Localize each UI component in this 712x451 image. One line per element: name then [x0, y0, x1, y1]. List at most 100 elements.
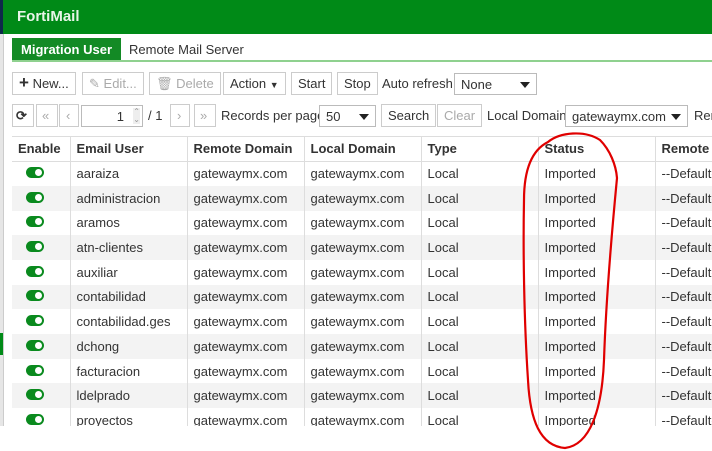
local-domain-cell: gatewaymx.com: [304, 309, 422, 334]
caret-down-icon: [671, 114, 681, 120]
status-cell: Imported: [538, 358, 656, 384]
auto-refresh-select[interactable]: None: [454, 73, 537, 95]
side-active-marker: [0, 333, 3, 355]
clear-button[interactable]: Clear: [437, 104, 483, 127]
enable-cell: [12, 259, 71, 285]
tab-migration-user[interactable]: Migration User: [12, 38, 122, 60]
enable-cell: [12, 383, 71, 409]
column-header-status[interactable]: Status: [538, 136, 656, 162]
remote-server-cell: --Default-: [655, 284, 712, 310]
search-button[interactable]: Search: [381, 104, 437, 127]
remote-domain-cell: gatewaymx.com: [187, 235, 305, 260]
email-user-cell: dchong: [70, 334, 188, 359]
remote-domain-cell: gatewaymx.com: [187, 334, 305, 359]
enable-toggle-icon[interactable]: [26, 413, 44, 425]
remote-domain-cell: gatewaymx.com: [187, 284, 305, 310]
next-page-button[interactable]: ›: [170, 104, 190, 127]
trash-icon: 🗑: [156, 76, 173, 91]
remote-label-truncated: Rem: [694, 108, 712, 123]
migration-user-table: Enable Email User Remote Domain Local Domai…: [12, 136, 712, 433]
table-row[interactable]: ldelprado gatewaymx.com gatewaymx.com Local…: [12, 383, 712, 409]
column-header-type[interactable]: Type: [421, 136, 539, 162]
caret-down-icon: [359, 114, 369, 120]
table-row[interactable]: facturacion gatewaymx.com gatewaymx.com Loc…: [12, 358, 712, 384]
delete-button[interactable]: 🗑 Delete: [149, 72, 221, 95]
prev-page-button[interactable]: ‹: [59, 104, 79, 127]
refresh-button[interactable]: ⟳: [12, 104, 34, 127]
auto-refresh-label: Auto refresh: [382, 76, 453, 91]
remote-domain-cell: gatewaymx.com: [187, 185, 305, 211]
table-row[interactable]: dchong gatewaymx.com gatewaymx.com Local Imp…: [12, 334, 712, 359]
column-header-local-domain[interactable]: Local Domain: [304, 136, 422, 162]
edit-button[interactable]: ✎ Edit...: [82, 72, 144, 95]
type-cell: Local: [421, 309, 539, 334]
status-cell: Imported: [538, 309, 656, 334]
remote-server-cell: --Default-: [655, 185, 712, 211]
enable-toggle-icon[interactable]: [26, 216, 44, 228]
side-panel-edge: [0, 34, 4, 426]
remote-server-cell: --Default-: [655, 358, 712, 384]
remote-server-cell: --Default-: [655, 235, 712, 260]
column-header-email-user[interactable]: Email User: [70, 136, 188, 162]
type-cell: Local: [421, 383, 539, 409]
table-row[interactable]: contabilidad.ges gatewaymx.com gatewaymx.c…: [12, 309, 712, 334]
spinner-icon[interactable]: ⌃ ⌄: [133, 108, 140, 124]
type-cell: Local: [421, 259, 539, 285]
local-domain-select[interactable]: gatewaymx.com: [565, 105, 688, 127]
action-dropdown[interactable]: Action ▼: [223, 72, 286, 95]
enable-toggle-icon[interactable]: [26, 315, 44, 327]
tab-remote-mail-server[interactable]: Remote Mail Server: [120, 38, 253, 60]
table-row[interactable]: aramos gatewaymx.com gatewaymx.com Local Imp…: [12, 210, 712, 236]
remote-server-cell: --Default-: [655, 161, 712, 186]
enable-cell: [12, 185, 71, 211]
type-cell: Local: [421, 185, 539, 211]
email-user-cell: ldelprado: [70, 383, 188, 409]
email-user-cell: facturacion: [70, 358, 188, 384]
column-header-remote-server[interactable]: Remote S: [655, 136, 712, 162]
enable-toggle-icon[interactable]: [26, 389, 44, 401]
table-row[interactable]: aaraiza gatewaymx.com gatewaymx.com Local Im…: [12, 161, 712, 186]
column-header-enable[interactable]: Enable: [12, 136, 71, 162]
table-row[interactable]: administracion gatewaymx.com gatewaymx.com…: [12, 185, 712, 211]
local-domain-cell: gatewaymx.com: [304, 235, 422, 260]
new-button[interactable]: + New...: [12, 72, 76, 95]
start-button[interactable]: Start: [291, 72, 333, 95]
type-cell: Local: [421, 334, 539, 359]
remote-server-cell: --Default-: [655, 309, 712, 334]
enable-toggle-icon[interactable]: [26, 191, 44, 203]
enable-toggle-icon[interactable]: [26, 339, 44, 351]
type-cell: Local: [421, 358, 539, 384]
last-page-button[interactable]: »: [194, 104, 216, 127]
enable-toggle-icon[interactable]: [26, 167, 44, 179]
refresh-icon: ⟳: [16, 108, 27, 123]
enable-toggle-icon[interactable]: [26, 364, 44, 376]
page-total: / 1: [148, 108, 163, 123]
first-page-button[interactable]: «: [36, 104, 58, 127]
remote-domain-cell: gatewaymx.com: [187, 309, 305, 334]
local-domain-cell: gatewaymx.com: [304, 185, 422, 211]
remote-server-cell: --Default-: [655, 259, 712, 285]
email-user-cell: contabilidad: [70, 284, 188, 310]
remote-domain-cell: gatewaymx.com: [187, 210, 305, 236]
stop-button[interactable]: Stop: [337, 72, 378, 95]
records-per-page-select[interactable]: 50: [319, 105, 376, 127]
table-row[interactable]: atn-clientes gatewaymx.com gatewaymx.com Lo…: [12, 235, 712, 260]
enable-toggle-icon[interactable]: [26, 290, 44, 302]
edit-icon: ✎: [89, 76, 100, 91]
enable-cell: [12, 334, 71, 359]
email-user-cell: aramos: [70, 210, 188, 236]
table-row[interactable]: auxiliar gatewaymx.com gatewaymx.com Local I…: [12, 259, 712, 285]
page-input[interactable]: 1 ⌃ ⌄: [81, 105, 143, 127]
local-domain-cell: gatewaymx.com: [304, 210, 422, 236]
status-cell: Imported: [538, 383, 656, 409]
enable-toggle-icon[interactable]: [26, 241, 44, 253]
local-domain-cell: gatewaymx.com: [304, 284, 422, 310]
records-per-page-label: Records per page: [221, 108, 325, 123]
enable-cell: [12, 358, 71, 384]
status-cell: Imported: [538, 185, 656, 211]
table-row[interactable]: contabilidad gatewaymx.com gatewaymx.com Lo…: [12, 284, 712, 310]
enable-toggle-icon[interactable]: [26, 265, 44, 277]
type-cell: Local: [421, 284, 539, 310]
tab-bar: Migration User Remote Mail Server: [12, 38, 712, 62]
column-header-remote-domain[interactable]: Remote Domain: [187, 136, 305, 162]
